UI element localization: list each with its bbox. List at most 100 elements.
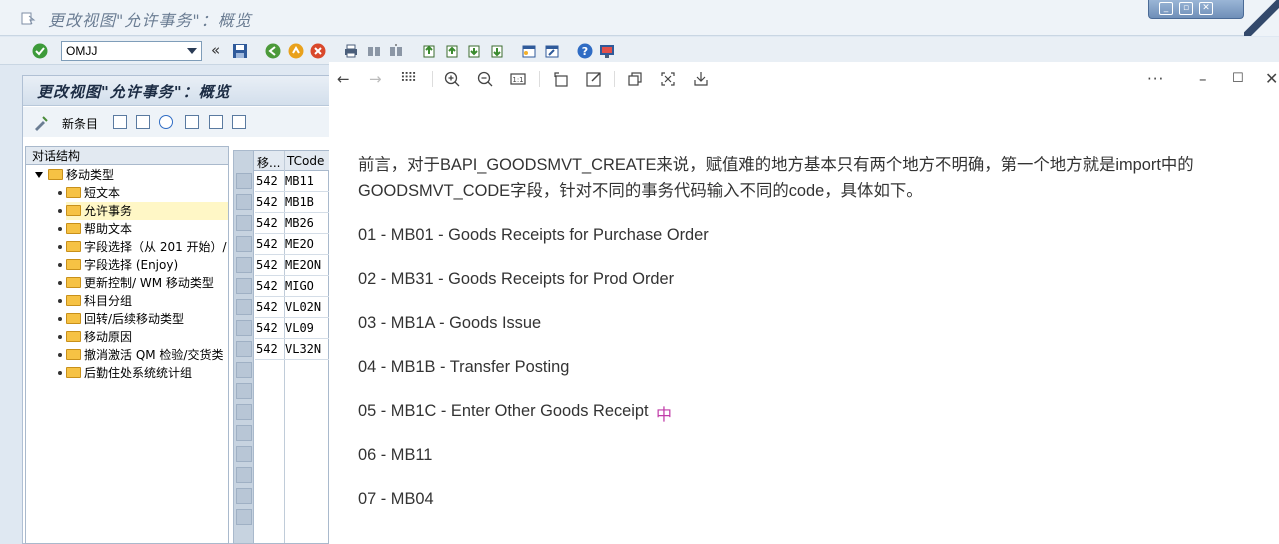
forward-arrow-icon[interactable]: →	[369, 71, 382, 87]
row-selector[interactable]	[236, 236, 252, 252]
tree-item[interactable]: 帮助文本	[66, 220, 132, 238]
customize-icon[interactable]	[599, 43, 615, 59]
rotate-icon[interactable]	[553, 71, 569, 87]
deselect-all-icon[interactable]	[232, 115, 246, 129]
tree-item[interactable]: 撤消激活 QM 检验/交货类	[66, 346, 228, 364]
cancel-icon[interactable]	[310, 43, 326, 59]
collapse-icon[interactable]: «	[211, 41, 220, 59]
tcode-cell: MB11	[285, 174, 314, 188]
new-session-icon[interactable]	[521, 43, 537, 59]
table-row[interactable]: 542 ME2ON	[255, 255, 329, 276]
back-arrow-icon[interactable]: ←	[337, 71, 350, 87]
find-next-icon[interactable]	[388, 43, 404, 59]
tree-item-label: 更新控制/ WM 移动类型	[84, 276, 214, 290]
row-selector[interactable]	[236, 257, 252, 273]
close-icon[interactable]: ✕	[1265, 71, 1278, 87]
row-selector[interactable]	[236, 194, 252, 210]
next-page-icon[interactable]	[466, 43, 482, 59]
document-icon	[21, 12, 36, 25]
expand-icon[interactable]	[35, 172, 43, 178]
row-selector[interactable]	[236, 215, 252, 231]
table-row[interactable]: 542 VL09	[255, 318, 329, 339]
table-row[interactable]: 542 MB26	[255, 213, 329, 234]
maximize-icon[interactable]: ☐	[1232, 71, 1244, 87]
undo-icon[interactable]	[159, 115, 173, 129]
chevron-down-icon[interactable]	[187, 48, 197, 54]
row-selector[interactable]	[236, 341, 252, 357]
select-all-icon[interactable]	[185, 115, 199, 129]
grid-icon[interactable]: ⠿⠿	[400, 71, 417, 87]
row-selector[interactable]	[236, 488, 252, 504]
more-icon[interactable]: ···	[1147, 71, 1164, 87]
tree-item[interactable]: 短文本	[66, 184, 120, 202]
minimize-icon[interactable]: _	[1159, 2, 1173, 15]
folder-icon	[66, 331, 81, 342]
tree-item[interactable]: 科目分组	[66, 292, 132, 310]
tree-item[interactable]: 更新控制/ WM 移动类型	[66, 274, 228, 292]
tree-item-label: 移动原因	[84, 330, 133, 344]
first-page-icon[interactable]	[421, 43, 437, 59]
row-selector[interactable]	[236, 173, 252, 189]
table-row[interactable]: 542 MB1B	[255, 192, 329, 213]
copy-icon[interactable]	[113, 115, 127, 129]
print-icon[interactable]	[343, 43, 359, 59]
close-icon[interactable]: ✕	[1199, 2, 1213, 15]
row-selector[interactable]	[236, 404, 252, 420]
tree-item[interactable]: 移动原因	[66, 328, 132, 346]
tree-item[interactable]: 回转/后续移动类型	[66, 310, 184, 328]
last-page-icon[interactable]	[489, 43, 505, 59]
intro-text-line-1: 前言，对于BAPI_GOODSMVT_CREATE来说，赋值难的地方基本只有两个…	[358, 156, 1194, 174]
save-icon[interactable]	[693, 71, 709, 87]
row-selector[interactable]	[236, 446, 252, 462]
row-selector[interactable]	[236, 509, 252, 525]
shortcut-icon[interactable]	[544, 43, 560, 59]
copy-icon[interactable]	[627, 71, 643, 87]
tree-item[interactable]: 字段选择 (Enjoy)	[66, 256, 178, 274]
enter-icon[interactable]	[32, 43, 48, 59]
actual-size-icon[interactable]: 1:1	[510, 71, 526, 87]
column-header-movement-type[interactable]: 移...	[257, 154, 280, 171]
command-field[interactable]: OMJJ	[61, 41, 202, 61]
table-row[interactable]: 542 ME2O	[255, 234, 329, 255]
edit-icon[interactable]	[586, 71, 602, 87]
zoom-in-icon[interactable]	[444, 71, 460, 87]
zoom-out-icon[interactable]	[477, 71, 493, 87]
crop-icon[interactable]	[660, 71, 676, 87]
tree-bullet	[58, 191, 62, 195]
table-row[interactable]: 542 VL32N	[255, 339, 329, 360]
tree-bullet	[58, 263, 62, 267]
table-row[interactable]: 542 MIGO	[255, 276, 329, 297]
tree-item[interactable]: 后勤住处系统统计组	[66, 364, 192, 382]
row-selector[interactable]	[236, 320, 252, 336]
exit-icon[interactable]	[288, 43, 304, 59]
movement-type-cell: 542	[256, 258, 278, 272]
maximize-icon[interactable]: ▫	[1179, 2, 1193, 15]
row-selector[interactable]	[236, 278, 252, 294]
find-icon[interactable]	[366, 43, 382, 59]
row-selector[interactable]	[236, 383, 252, 399]
row-selector[interactable]	[236, 467, 252, 483]
prev-page-icon[interactable]	[444, 43, 460, 59]
tree-item[interactable]: 字段选择（从 201 开始）/	[66, 238, 228, 256]
tree-item-selected[interactable]: 允许事务	[66, 202, 228, 220]
toolbar-separator	[432, 71, 433, 87]
save-icon[interactable]	[232, 43, 248, 59]
new-entries-button[interactable]: 新条目	[62, 115, 98, 132]
tcode-cell: MIGO	[285, 279, 314, 293]
help-icon[interactable]: ?	[577, 43, 593, 59]
row-selector[interactable]	[236, 425, 252, 441]
table-row[interactable]: 542 VL02N	[255, 297, 329, 318]
row-selector[interactable]	[236, 362, 252, 378]
code-line-06: 06 - MB11	[358, 446, 433, 464]
table-row[interactable]: 542 MB11	[255, 171, 329, 192]
delete-icon[interactable]	[136, 115, 150, 129]
change-display-icon[interactable]	[33, 115, 49, 131]
select-block-icon[interactable]	[209, 115, 223, 129]
back-icon[interactable]	[265, 43, 281, 59]
tree-item-label: 科目分组	[84, 294, 133, 308]
folder-icon	[66, 313, 81, 324]
row-selector[interactable]	[236, 299, 252, 315]
tree-bullet	[58, 245, 62, 249]
minimize-icon[interactable]: –	[1199, 71, 1207, 87]
column-header-tcode[interactable]: TCode	[287, 154, 324, 168]
